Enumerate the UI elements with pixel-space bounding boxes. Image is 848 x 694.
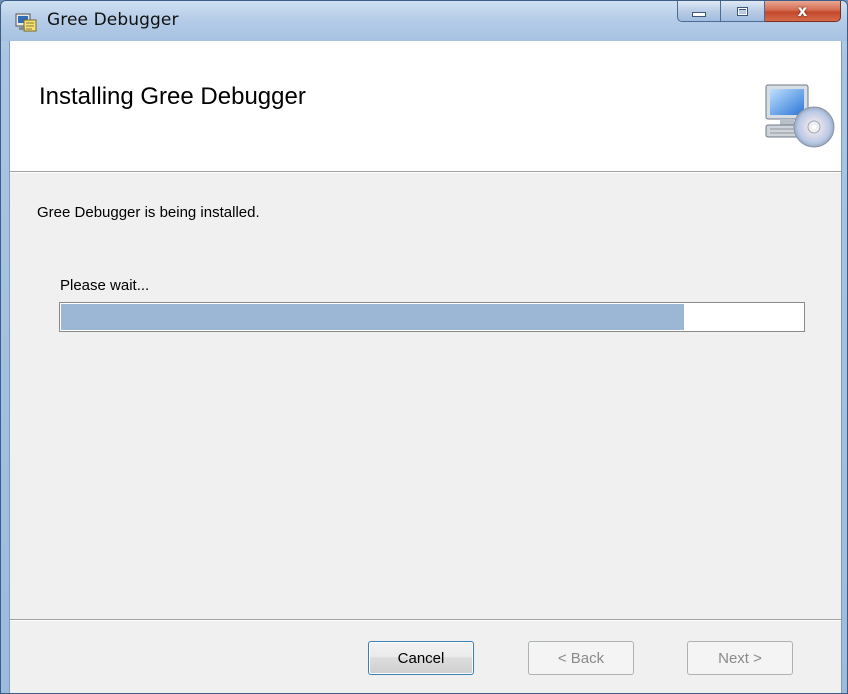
header-banner: Installing Gree Debugger (10, 41, 841, 173)
install-status-text: Gree Debugger is being installed. (37, 204, 260, 221)
cancel-button[interactable]: Cancel (368, 641, 474, 675)
install-progress-bar (59, 302, 805, 332)
back-button[interactable]: < Back (528, 641, 634, 675)
close-icon: x (797, 1, 808, 20)
window-title: Gree Debugger (47, 10, 179, 30)
dialog-client-area: Installing Gree Debugger Gree Debugger i… (9, 41, 842, 693)
next-button[interactable]: Next > (687, 641, 793, 675)
installer-app-icon (15, 13, 37, 32)
footer-divider-highlight (10, 620, 841, 621)
maximize-icon (737, 6, 748, 16)
installer-window: Gree Debugger x Installing Gree Debugger (0, 0, 848, 694)
close-button[interactable]: x (765, 1, 841, 22)
progress-fill (61, 304, 684, 330)
computer-cd-install-icon (765, 84, 835, 148)
maximize-button[interactable] (721, 1, 765, 22)
please-wait-label: Please wait... (60, 277, 150, 294)
page-title: Installing Gree Debugger (39, 83, 306, 110)
title-bar[interactable]: Gree Debugger x (1, 1, 847, 41)
caption-buttons: x (677, 1, 841, 23)
minimize-button[interactable] (677, 1, 721, 22)
minimize-icon (692, 12, 706, 17)
